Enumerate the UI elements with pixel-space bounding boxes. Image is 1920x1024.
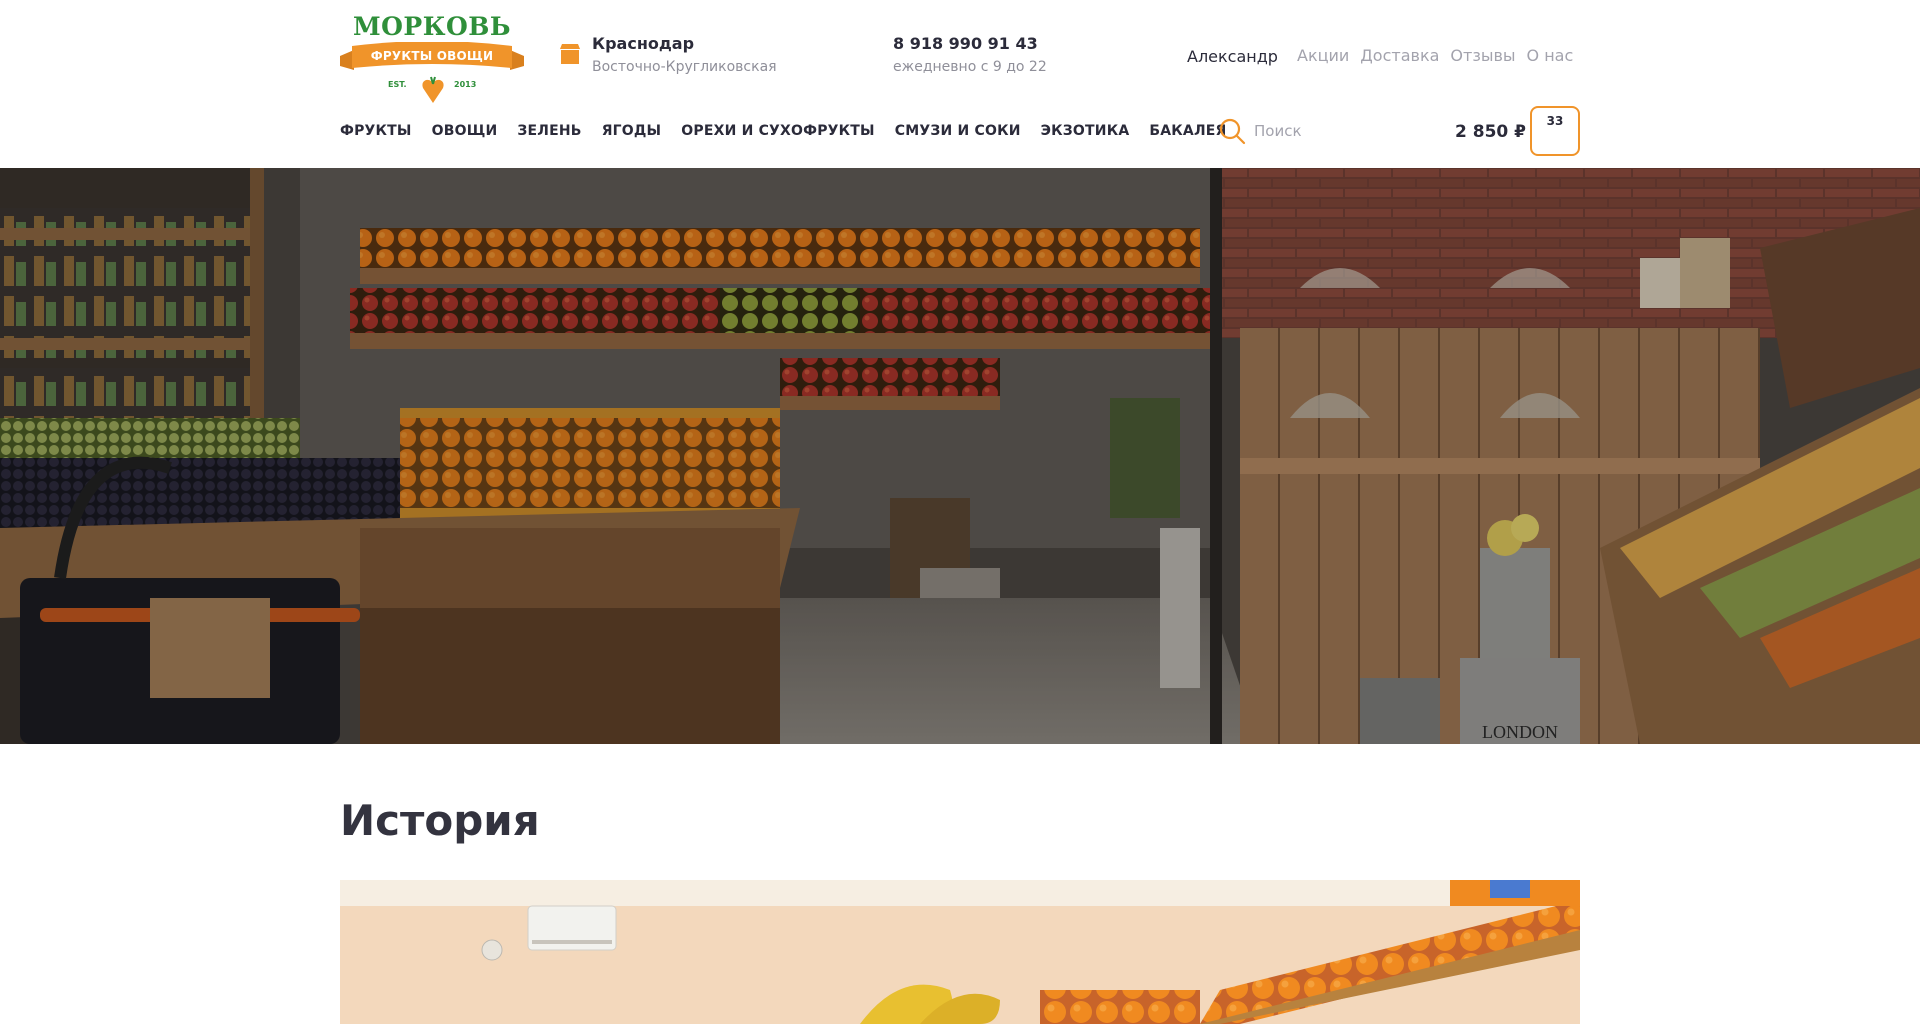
opening-hours: ежедневно с 9 до 22: [893, 59, 1047, 75]
search-icon[interactable]: [1218, 117, 1246, 145]
cart-count-badge: 33: [1546, 114, 1564, 128]
category-fruits[interactable]: ФРУКТЫ: [340, 123, 412, 139]
nav-link-reviews[interactable]: Отзывы: [1450, 46, 1515, 65]
store-interior-illustration: LONDON: [0, 168, 1920, 744]
section-heading-history: История: [340, 796, 540, 845]
category-vegetables[interactable]: ОВОЩИ: [432, 123, 498, 139]
category-berries[interactable]: ЯГОДЫ: [602, 123, 662, 139]
site-header: МОРКОВЬ ФРУКТЫ ОВОЩИ СПЕЦИИ EST. 2013 Кр…: [0, 0, 1920, 168]
nav-link-promotions[interactable]: Акции: [1297, 46, 1349, 65]
cart-total[interactable]: 2 850 ₽: [1455, 122, 1526, 142]
top-nav: Акции Доставка Отзывы О нас: [1297, 46, 1573, 65]
category-nav: ФРУКТЫ ОВОЩИ ЗЕЛЕНЬ ЯГОДЫ ОРЕХИ И СУХОФР…: [340, 123, 1227, 139]
logo-title: МОРКОВЬ: [352, 12, 512, 41]
category-grocery[interactable]: БАКАЛЕЯ: [1149, 123, 1226, 139]
cart-button[interactable]: 33: [1530, 106, 1580, 156]
category-nuts-dried-fruits[interactable]: ОРЕХИ И СУХОФРУКТЫ: [681, 123, 875, 139]
category-smoothies-juices[interactable]: СМУЗИ И СОКИ: [895, 123, 1021, 139]
search-input[interactable]: [1254, 118, 1424, 144]
shop-icon: [560, 44, 580, 64]
user-account-link[interactable]: Александр: [1187, 47, 1278, 66]
logo-tagline: ФРУКТЫ ОВОЩИ СПЕЦИИ: [370, 49, 494, 77]
store-address: Восточно-Кругликовская: [592, 59, 777, 75]
nav-link-about[interactable]: О нас: [1527, 46, 1574, 65]
logo-est-label: EST.: [388, 80, 407, 89]
store-photo-illustration: [340, 880, 1580, 1024]
phone-number[interactable]: 8 918 990 91 43: [893, 34, 1038, 53]
brand-logo[interactable]: МОРКОВЬ ФРУКТЫ ОВОЩИ СПЕЦИИ EST. 2013: [340, 12, 524, 103]
history-photo: [340, 880, 1580, 1024]
carrot-heart-icon: [422, 76, 444, 103]
hero-banner-image: LONDON: [0, 168, 1920, 744]
category-greens[interactable]: ЗЕЛЕНЬ: [517, 123, 581, 139]
city-name[interactable]: Краснодар: [592, 34, 694, 53]
logo-year: 2013: [454, 80, 477, 89]
nav-link-delivery[interactable]: Доставка: [1360, 46, 1439, 65]
category-exotic[interactable]: ЭКЗОТИКА: [1041, 123, 1130, 139]
